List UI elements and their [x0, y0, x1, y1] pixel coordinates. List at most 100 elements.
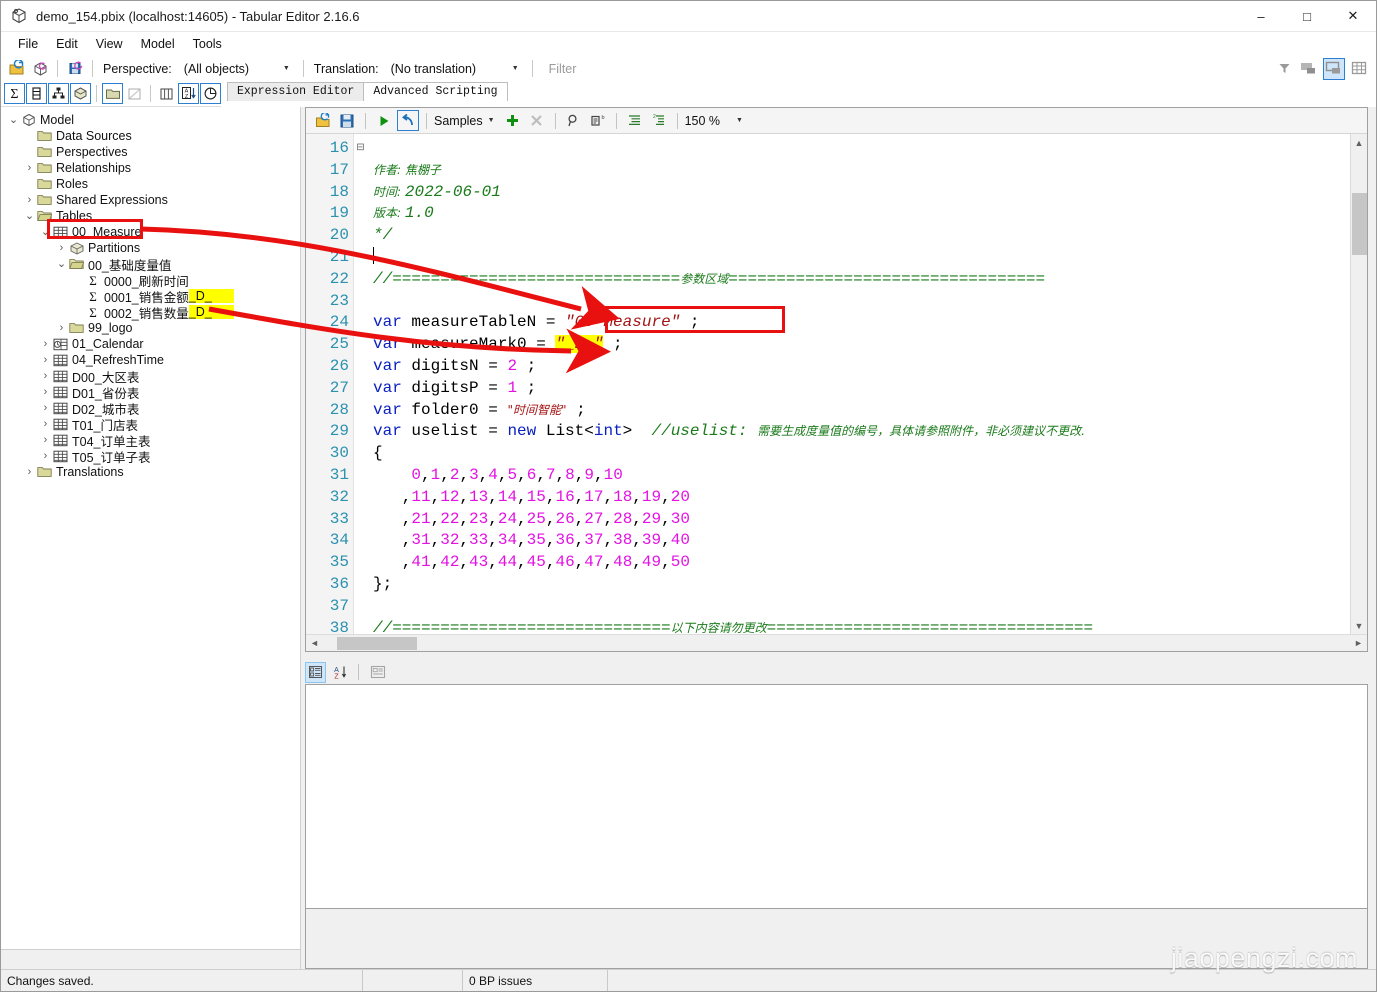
code-line[interactable]	[373, 246, 1350, 269]
code-area[interactable]: 16 17 18 19 20 21 22 23 24 25 26 27 28 29 30 31 32 33 34 35…	[306, 134, 1350, 634]
status-bp-issues[interactable]: 0 BP issues	[463, 970, 608, 991]
code-line[interactable]: ,21,22,23,24,25,26,27,28,29,30	[373, 509, 1350, 531]
tree-item[interactable]: › D01_省份表	[1, 384, 300, 401]
hscroll-track[interactable]	[323, 635, 1350, 651]
chevron-right-icon[interactable]: ›	[39, 450, 52, 462]
scroll-left-icon[interactable]: ◄	[306, 635, 323, 651]
refresh-model-icon[interactable]	[29, 58, 51, 80]
menu-edit[interactable]: Edit	[47, 34, 87, 54]
grid-view-icon[interactable]	[1348, 58, 1370, 80]
code-horizontal-scrollbar[interactable]: ◄ ►	[306, 634, 1367, 651]
chevron-down-icon[interactable]: ▼	[736, 117, 743, 124]
filter-input[interactable]: Filter	[549, 62, 577, 76]
categorized-icon[interactable]	[305, 661, 326, 683]
delete-icon[interactable]	[526, 110, 548, 131]
tree-item[interactable]: › T05_订单子表	[1, 448, 300, 465]
columns-grid-icon[interactable]	[156, 83, 177, 104]
chevron-right-icon[interactable]: ›	[55, 322, 68, 334]
chevron-down-icon[interactable]: ⌄	[55, 259, 68, 270]
menu-view[interactable]: View	[87, 34, 132, 54]
code-line[interactable]	[373, 596, 1350, 618]
show-panel-icon[interactable]	[1323, 57, 1345, 80]
partitions-icon[interactable]	[70, 83, 91, 104]
chevron-right-icon[interactable]: ›	[23, 466, 36, 478]
close-button[interactable]: ✕	[1330, 1, 1376, 32]
hidden-objects-icon[interactable]	[124, 83, 145, 104]
property-grid[interactable]	[305, 684, 1368, 909]
chevron-right-icon[interactable]: ›	[39, 434, 52, 446]
chevron-right-icon[interactable]: ›	[39, 402, 52, 414]
code-line[interactable]: {	[373, 443, 1350, 465]
code-line[interactable]: 版本: 1.0	[373, 203, 1350, 225]
chevron-down-icon[interactable]: ⌄	[39, 227, 52, 238]
chevron-down-icon[interactable]: ⌄	[23, 211, 36, 222]
code-line[interactable]: 作者: 焦棚子	[373, 160, 1350, 182]
menu-tools[interactable]: Tools	[184, 34, 231, 54]
perspective-combo[interactable]: (All objects) ▼	[178, 58, 297, 79]
code-line[interactable]: var folder0 = "时间智能" ;	[373, 400, 1350, 422]
chevron-right-icon[interactable]: ›	[55, 242, 68, 254]
indent-icon[interactable]	[624, 110, 646, 131]
tree-item[interactable]: › 99_logo	[1, 320, 300, 336]
save-model-icon[interactable]	[64, 58, 86, 80]
tree-item[interactable]: ⌄ Model	[1, 112, 300, 128]
samples-label[interactable]: Samples	[434, 114, 483, 128]
code-line[interactable]: ,31,32,33,34,35,36,37,38,39,40	[373, 530, 1350, 552]
code-line[interactable]: ,41,42,43,44,45,46,47,48,49,50	[373, 552, 1350, 574]
property-pages-icon[interactable]	[367, 662, 388, 683]
tree-item[interactable]: Σ 0002_销售数量 _D_	[1, 304, 300, 321]
save-script-icon[interactable]	[336, 110, 358, 131]
tree-item[interactable]: › T01_门店表	[1, 416, 300, 433]
code-line[interactable]: */	[373, 225, 1350, 247]
add-icon[interactable]	[502, 110, 524, 131]
fold-toggle-icon[interactable]: ⊟	[354, 138, 367, 160]
tree-item[interactable]: › T04_订单主表	[1, 432, 300, 449]
undo-icon[interactable]	[397, 110, 419, 131]
run-icon[interactable]	[373, 110, 395, 131]
vscroll-track[interactable]	[1351, 151, 1368, 617]
fold-margin[interactable]: ⊟	[354, 134, 367, 634]
object-tree[interactable]: ⌄ Model Data Sources Perspectives › Relations…	[1, 107, 300, 949]
code-line[interactable]: var digitsN = 2 ;	[373, 356, 1350, 378]
funnel-filter-icon[interactable]	[1273, 58, 1295, 80]
chevron-down-icon[interactable]: ⌄	[7, 115, 20, 126]
menu-file[interactable]: File	[9, 34, 47, 54]
measures-sigma-icon[interactable]: Σ	[4, 83, 25, 104]
code-line[interactable]	[373, 138, 1350, 160]
code-vertical-scrollbar[interactable]: ▲ ▼	[1350, 134, 1367, 634]
scroll-up-icon[interactable]: ▲	[1351, 134, 1368, 151]
translation-combo[interactable]: (No translation) ▼	[385, 58, 526, 79]
sort-az-icon[interactable]: A Z	[329, 662, 350, 683]
tree-item[interactable]: › 01_Calendar	[1, 336, 300, 352]
hierarchies-icon[interactable]	[48, 83, 69, 104]
tree-item[interactable]: › D02_城市表	[1, 400, 300, 417]
code-line[interactable]: var uselist = new List<int> //uselist: 需…	[373, 421, 1350, 443]
open-script-icon[interactable]	[312, 110, 334, 131]
code-line[interactable]: //=============================以下内容请勿更改=…	[373, 618, 1350, 634]
open-model-icon[interactable]	[5, 58, 27, 80]
find-icon[interactable]	[563, 110, 585, 131]
maximize-button[interactable]: □	[1284, 1, 1330, 32]
code-line[interactable]: var measureTableN = "00 Measure" ;	[373, 312, 1350, 334]
replace-icon[interactable]: b	[587, 110, 609, 131]
code-line[interactable]: ,11,12,13,14,15,16,17,18,19,20	[373, 487, 1350, 509]
menu-model[interactable]: Model	[132, 34, 184, 54]
code-line[interactable]: 时间: 2022-06-01	[373, 182, 1350, 204]
scroll-down-icon[interactable]: ▼	[1351, 617, 1368, 634]
code-line[interactable]: //==============================参数区域====…	[373, 269, 1350, 291]
tree-item[interactable]: Roles	[1, 176, 300, 192]
code-line[interactable]: var measureMark0 = "_D_" ;	[373, 334, 1350, 356]
chevron-right-icon[interactable]: ›	[23, 162, 36, 174]
tree-item[interactable]: › 04_RefreshTime	[1, 352, 300, 368]
tab-expression-editor[interactable]: Expression Editor	[227, 82, 365, 101]
objects-icon[interactable]	[200, 83, 221, 104]
chevron-right-icon[interactable]: ›	[39, 386, 52, 398]
chevron-right-icon[interactable]: ›	[39, 418, 52, 430]
tree-item[interactable]: › Translations	[1, 464, 300, 480]
code-line[interactable]: 0,1,2,3,4,5,6,7,8,9,10	[373, 465, 1350, 487]
chevron-right-icon[interactable]: ›	[23, 194, 36, 206]
chevron-down-icon[interactable]: ▼	[488, 117, 495, 124]
tree-item[interactable]: › D00_大区表	[1, 368, 300, 385]
scroll-right-icon[interactable]: ►	[1350, 635, 1367, 651]
code-text[interactable]: 作者: 焦棚子 时间: 2022-06-01 版本: 1.0 */ //========…	[367, 134, 1350, 634]
